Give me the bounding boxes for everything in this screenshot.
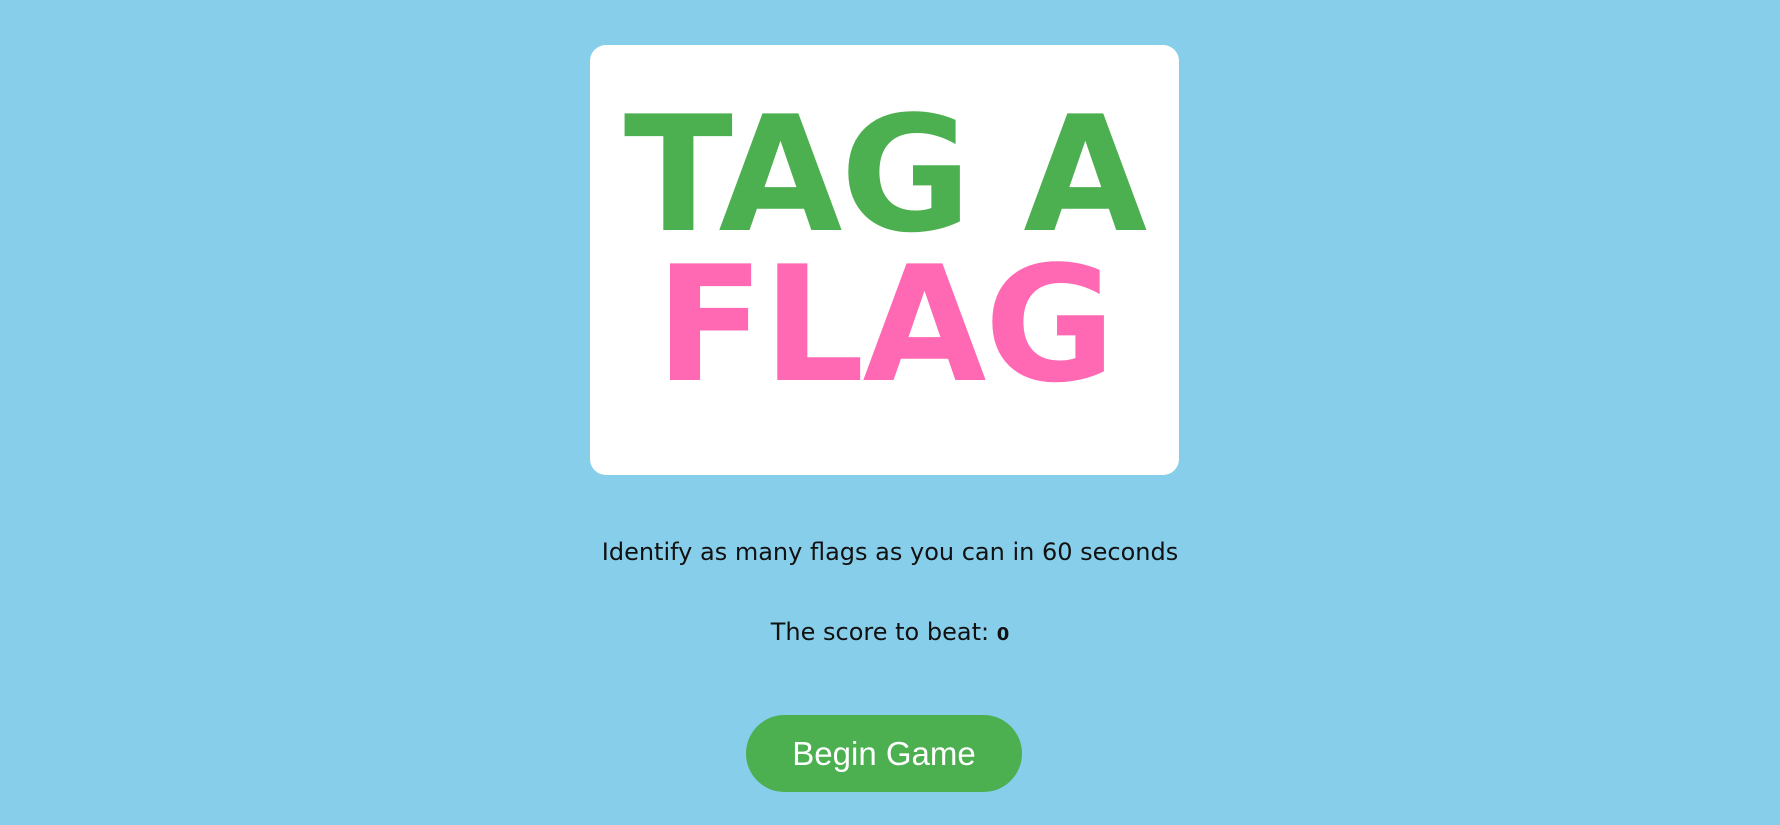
score-value: 0 xyxy=(996,624,1010,645)
instruction-text: Identify as many flags as you can in 60 … xyxy=(601,538,1179,566)
logo-title-line-2: FLAG xyxy=(655,231,1115,418)
score-to-beat: The score to beat: 0 xyxy=(0,618,1780,646)
logo-card: TAG A FLAG xyxy=(590,45,1179,475)
score-label: The score to beat: xyxy=(770,618,997,646)
begin-game-button[interactable]: Begin Game xyxy=(746,715,1022,792)
